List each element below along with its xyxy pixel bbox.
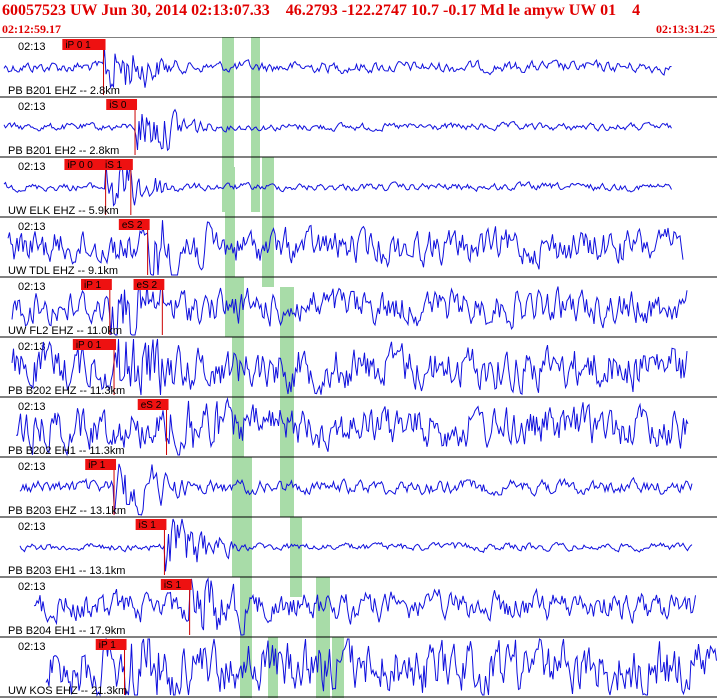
end-time: 02:13:31.25 [656,22,715,36]
pick-label: eS 2 [122,220,143,231]
station-label: PB B202 EHZ -- 11.3km [8,385,125,397]
pick-label: eS 2 [137,280,158,291]
panel-time-label: 02:13 [18,581,46,593]
panel-time-label: 02:13 [18,101,46,113]
pick-label: iS 0 [109,100,127,111]
event-title: 60057523 UW Jun 30, 2014 02:13:07.33 46.… [2,2,641,19]
waveform-trace [3,49,672,90]
panel-time-label: 02:13 [18,341,46,353]
panel-time-label: 02:13 [18,401,46,413]
pick-label: iS 1 [139,520,157,531]
pick-label: iP 1 [88,460,105,471]
station-label: UW ELK EHZ -- 5.9km [8,205,119,217]
pick-label: iS 1 [164,580,182,591]
header: 60057523 UW Jun 30, 2014 02:13:07.33 46.… [0,0,717,38]
waveform-trace [45,637,717,697]
station-label: PB B201 EH2 -- 2.8km [8,145,119,157]
station-label: PB B204 EH1 -- 17.9km [8,625,125,637]
pick-label: iS 1 [105,160,123,171]
pick-label: eS 2 [141,400,162,411]
phase-window-band [290,517,302,597]
pick-label: iP 0 0 [67,160,93,171]
station-label: PB B202 EH1 -- 11.3km [8,445,125,457]
start-time: 02:12:59.17 [2,22,61,36]
station-label: UW KOS EHZ -- 21.3km [8,685,127,697]
panel-time-label: 02:13 [18,461,46,473]
station-label: PB B203 EH1 -- 13.1km [8,565,125,577]
station-label: PB B203 EHZ -- 13.1km [8,505,126,517]
station-label: UW TDL EHZ -- 9.1km [8,265,118,277]
panel-time-label: 02:13 [18,281,46,293]
panel-time-label: 02:13 [18,641,46,653]
waveform-trace [19,518,693,572]
waveform-trace [33,577,696,636]
panel-time-label: 02:13 [18,521,46,533]
seismogram-plot: 02:13 iP 0 1 PB B201 EHZ -- 2.8km 02:13 iS 0… [0,37,717,698]
pick-label: iP 1 [84,280,101,291]
pick-label: iP 0 1 [76,340,102,351]
panel-time-label: 02:13 [18,161,46,173]
station-label: PB B201 EHZ -- 2.8km [8,85,120,97]
panel-time-label: 02:13 [18,41,46,53]
phase-window-band [262,157,274,287]
station-label: UW FL2 EHZ -- 11.0km [8,325,122,337]
panel-time-label: 02:13 [18,221,46,233]
pick-label: iP 0 1 [65,40,91,51]
pick-label: iP 1 [99,640,116,651]
